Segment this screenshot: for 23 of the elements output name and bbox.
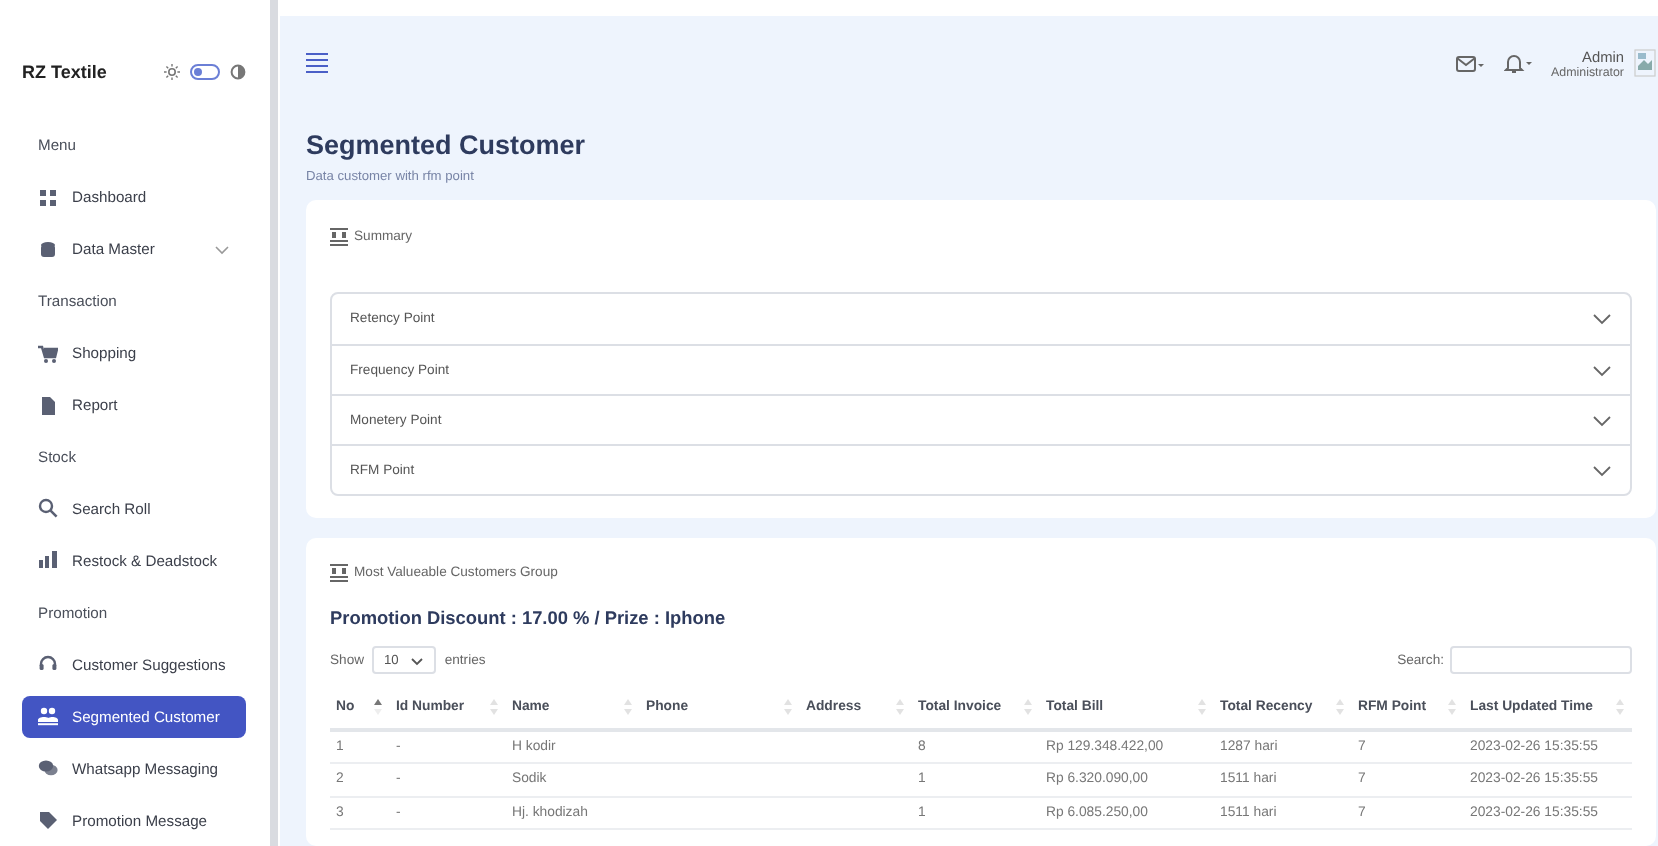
brand-name: RZ Textile	[22, 61, 109, 82]
people-icon	[38, 706, 58, 727]
caret-icon	[410, 655, 425, 665]
menu-icon[interactable]	[306, 52, 328, 74]
group-icon	[330, 563, 348, 581]
theme-toggle[interactable]	[190, 63, 220, 80]
bell-icon[interactable]	[1503, 52, 1532, 74]
moon-icon	[230, 63, 246, 80]
search-icon	[38, 498, 58, 519]
bar-chart-icon	[38, 550, 58, 571]
grid-icon	[38, 187, 58, 208]
group-icon	[330, 227, 348, 245]
promotion-info: Promotion Discount : 17.00 % / Prize : Iphone	[330, 608, 728, 628]
chat-bubbles-icon	[38, 758, 58, 779]
headset-icon	[38, 654, 58, 675]
mail-icon[interactable]	[1455, 53, 1484, 73]
tag-icon	[38, 810, 58, 831]
database-icon	[38, 239, 58, 260]
search-field[interactable]	[1450, 646, 1632, 674]
sun-icon	[164, 63, 180, 80]
document-icon	[38, 395, 58, 416]
cart-icon	[38, 343, 58, 364]
page-title: Segmented Customer	[306, 130, 588, 160]
